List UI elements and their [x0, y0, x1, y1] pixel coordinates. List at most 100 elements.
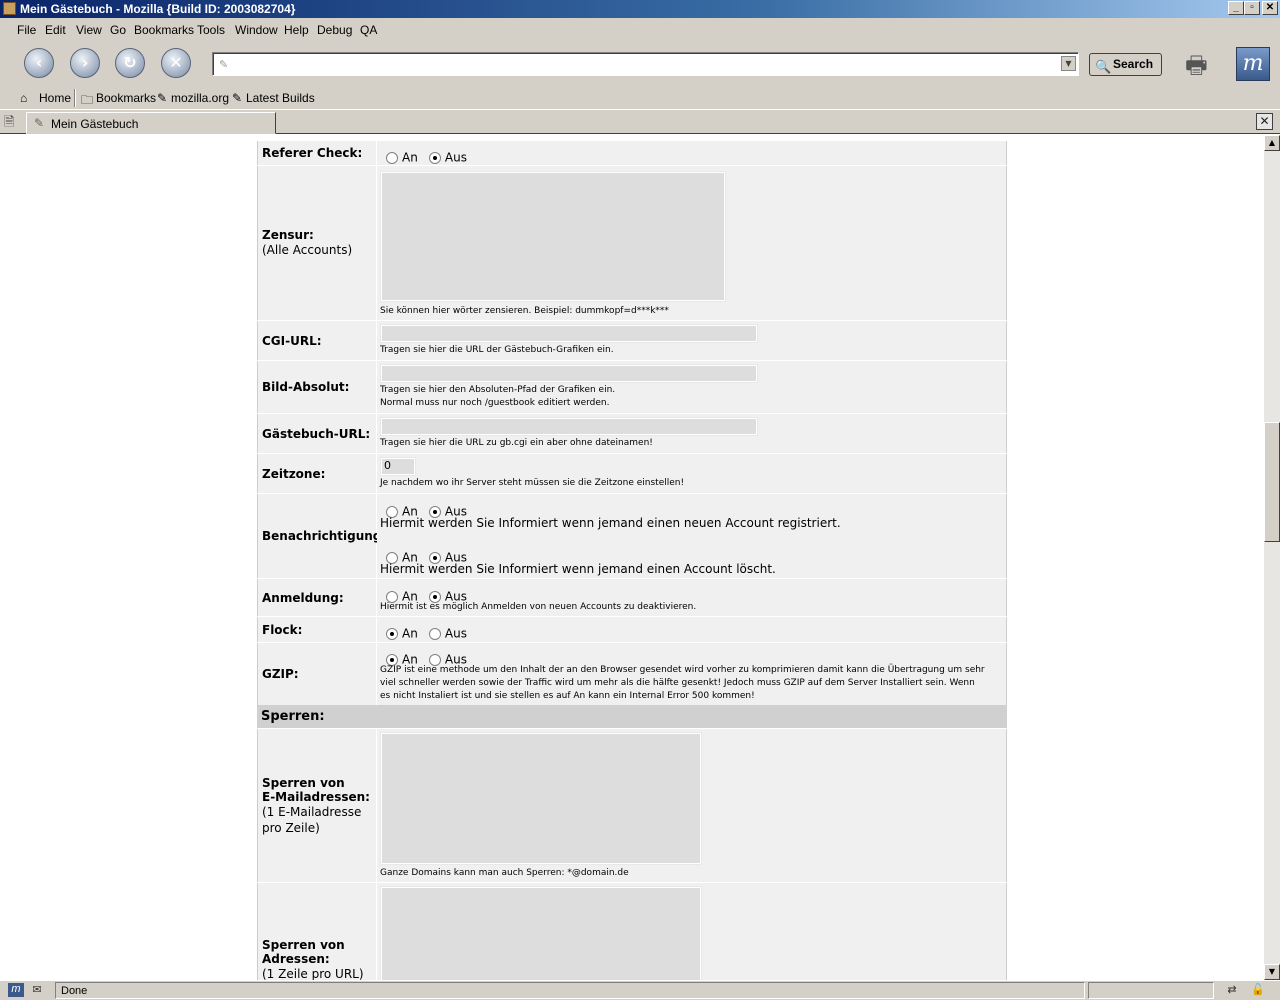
maximize-button[interactable]: ▫ [1244, 1, 1260, 15]
row-gzip: GZIP: An Aus GZIP ist eine methode um de… [257, 642, 1007, 705]
bild-absolut-input[interactable] [381, 365, 757, 382]
flock-aus-label: Aus [444, 626, 467, 641]
bild-absolut-hint-1: Tragen sie hier den Absoluten-Pfad der G… [380, 385, 616, 395]
zeitzone-label: Zeitzone: [262, 466, 326, 481]
navigation-toolbar: ‹ › ↻ ✕ ✎ ▼ 🔍 Search 🖶 m [0, 42, 1280, 86]
menu-qa[interactable]: QA [360, 23, 377, 37]
gaestebuch-url-input[interactable] [381, 418, 757, 435]
sperren-email-label-4: pro Zeile) [262, 820, 320, 835]
zensur-textarea[interactable] [381, 172, 725, 301]
print-icon[interactable]: 🖶 [1185, 48, 1225, 80]
zeitzone-input[interactable]: 0 [381, 458, 415, 475]
row-referer-check: Referer Check: An Aus [257, 140, 1007, 165]
row-benachrichtigung: Benachrichtigung An Aus Hiermit werden S… [257, 493, 1007, 578]
close-button[interactable]: ✕ [1262, 1, 1278, 15]
minimize-button[interactable]: _ [1228, 1, 1244, 15]
bookmark-mozilla-org[interactable]: mozilla.org [171, 91, 229, 105]
flock-an-label: An [402, 626, 418, 641]
back-arrow-icon[interactable]: ‹ [24, 48, 54, 78]
online-status-icon[interactable]: ⇄ [1220, 983, 1244, 997]
search-icon: 🔍 [1095, 59, 1112, 74]
folder-icon: 🗀 [81, 93, 94, 107]
row-zeitzone: Zeitzone: 0 Je nachdem wo ihr Server ste… [257, 453, 1007, 493]
vertical-scrollbar[interactable]: ▲ ▼ [1264, 135, 1280, 980]
tab-page-icon: ✎ [34, 116, 45, 130]
zensur-hint: Sie können hier wörter zensieren. Beispi… [380, 306, 669, 316]
bild-absolut-hint-2: Normal muss nur noch /guestbook editiert… [380, 398, 610, 408]
menu-edit[interactable]: Edit [45, 23, 66, 37]
sperren-adr-label-2: Adressen: [262, 952, 330, 966]
bookmark-link-icon: ✎ [232, 91, 243, 105]
sperren-email-label-1: Sperren von [262, 775, 345, 790]
mail-icon[interactable]: ✉ [29, 983, 45, 997]
new-tab-icon[interactable]: 🗎 [4, 113, 22, 131]
page-proxy-icon: ✎ [219, 58, 229, 71]
flock-radio-aus[interactable] [428, 627, 441, 640]
row-anmeldung: Anmeldung: An Aus Hiermit ist es möglich… [257, 578, 1007, 616]
tab-strip: 🗎 ✎ Mein Gästebuch ✕ [0, 110, 1280, 134]
sperren-email-label-2: E-Mailadressen: [262, 789, 370, 804]
bookmark-link-icon: ✎ [157, 91, 168, 105]
flock-label: Flock: [262, 622, 303, 637]
anmeldung-label: Anmeldung: [262, 590, 344, 605]
menu-bookmarks[interactable]: Bookmarks [134, 23, 194, 37]
row-bild-absolut: Bild-Absolut: Tragen sie hier den Absolu… [257, 360, 1007, 413]
personal-toolbar: ⌂ Home 🗀 Bookmarks ✎ mozilla.org ✎ Lates… [0, 86, 1280, 110]
menu-window[interactable]: Window [235, 23, 278, 37]
tab-mein-gaestebuch[interactable]: ✎ Mein Gästebuch [26, 112, 276, 134]
menu-view[interactable]: View [76, 23, 102, 37]
menu-tools[interactable]: Tools [197, 23, 225, 37]
bookmarks-menu[interactable]: Bookmarks [96, 91, 156, 105]
gaestebuch-url-hint: Tragen sie hier die URL zu gb.cgi ein ab… [380, 438, 653, 448]
mozilla-throbber-icon[interactable]: m [1236, 47, 1270, 81]
sperren-email-hint: Ganze Domains kann man auch Sperren: *@d… [380, 868, 629, 878]
referer-label: Referer Check: [262, 146, 363, 160]
menu-bar: File Edit View Go Bookmarks Tools Window… [0, 18, 1280, 42]
benach-delete-text: Hiermit werden Sie Informiert wenn jeman… [380, 562, 776, 576]
row-sperren-adressen: Sperren von Adressen: (1 Zeile pro URL) [257, 882, 1007, 980]
menu-file[interactable]: File [17, 23, 36, 37]
url-input[interactable]: ✎ ▼ [212, 52, 1079, 76]
home-icon: ⌂ [20, 91, 28, 105]
forward-arrow-icon[interactable]: › [70, 48, 100, 78]
cgi-url-hint: Tragen sie hier die URL der Gästebuch-Gr… [380, 345, 614, 355]
url-dropdown-icon[interactable]: ▼ [1061, 56, 1076, 71]
section-sperren: Sperren: [257, 705, 1007, 728]
row-zensur: Zensur: (Alle Accounts) Sie können hier … [257, 165, 1007, 320]
referer-radio-aus[interactable] [428, 151, 441, 164]
stop-icon[interactable]: ✕ [161, 48, 191, 78]
menu-help[interactable]: Help [284, 23, 309, 37]
referer-aus-label: Aus [444, 150, 467, 165]
sperren-adressen-textarea[interactable] [381, 887, 701, 980]
menu-debug[interactable]: Debug [317, 23, 352, 37]
row-cgi-url: CGI-URL: Tragen sie hier die URL der Gäs… [257, 320, 1007, 360]
sperren-adr-label-1: Sperren von [262, 938, 345, 952]
gzip-label: GZIP: [262, 667, 299, 681]
menu-go[interactable]: Go [110, 23, 126, 37]
gzip-hint-1: GZIP ist eine methode um den Inhalt der … [380, 665, 985, 675]
toolbar-separator [74, 89, 76, 107]
zensur-sublabel: (Alle Accounts) [262, 243, 353, 257]
referer-radio-an[interactable] [386, 151, 398, 164]
close-tab-icon[interactable]: ✕ [1256, 113, 1273, 130]
sperren-email-label-3: (1 E-Mailadresse [262, 804, 362, 819]
scroll-down-icon[interactable]: ▼ [1264, 964, 1280, 980]
gzip-hint-2: viel schneller werden sowie der Traffic … [380, 678, 975, 688]
zensur-label: Zensur: [262, 228, 314, 242]
cgi-url-label: CGI-URL: [262, 333, 322, 348]
sperren-adr-label-3: (1 Zeile pro URL) [262, 967, 364, 980]
flock-radio-an[interactable] [386, 627, 398, 640]
scroll-up-icon[interactable]: ▲ [1264, 135, 1280, 151]
scroll-thumb[interactable] [1264, 422, 1280, 542]
tab-label: Mein Gästebuch [51, 117, 139, 131]
row-sperren-email: Sperren von E-Mailadressen: (1 E-Mailadr… [257, 728, 1007, 882]
navigator-icon[interactable]: m [8, 983, 24, 997]
reload-icon[interactable]: ↻ [115, 48, 145, 78]
cgi-url-input[interactable] [381, 325, 757, 342]
page-content: Referer Check: An Aus Zensur: (Alle Acco… [0, 135, 1264, 980]
bookmark-latest-builds[interactable]: Latest Builds [246, 91, 315, 105]
bookmark-home[interactable]: Home [39, 91, 71, 105]
search-button[interactable]: 🔍 Search [1089, 53, 1162, 76]
sperren-email-textarea[interactable] [381, 733, 701, 864]
status-bar: m ✉ Done ⇄ 🔓 [0, 980, 1280, 1000]
